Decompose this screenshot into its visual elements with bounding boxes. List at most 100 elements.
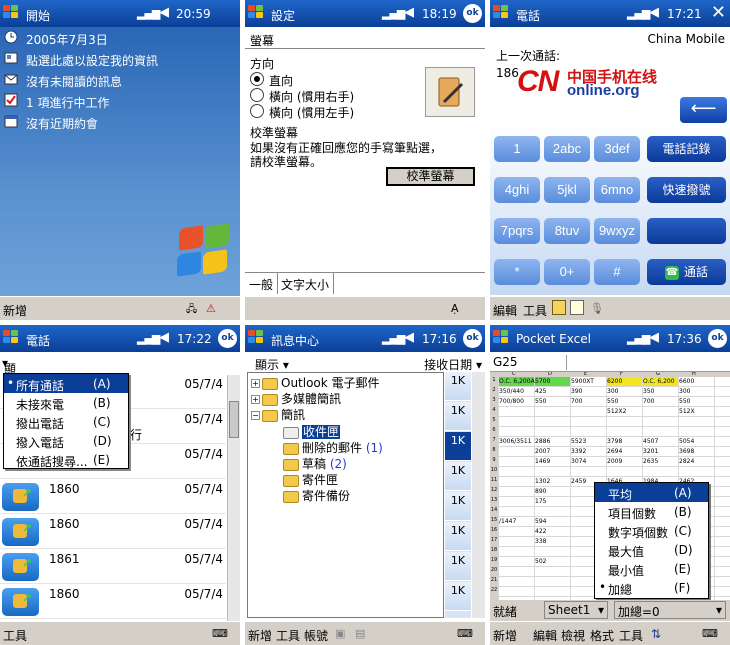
start-button[interactable] — [247, 4, 267, 23]
call-row[interactable]: ↗ 1860 05/7/4 — [0, 479, 226, 514]
sheet-cell[interactable]: 2007 — [535, 447, 570, 456]
row-number[interactable]: 6 — [490, 427, 498, 433]
speed-dial-button[interactable]: 快速撥號 — [647, 177, 726, 203]
portrait-label[interactable]: 直向 — [269, 72, 293, 89]
edit-menu[interactable]: 編輯 — [533, 627, 557, 644]
sheet-cell[interactable]: 594 — [535, 517, 570, 526]
close-icon[interactable]: ✕ — [711, 2, 726, 23]
calibrate-button[interactable]: 校準螢幕 — [386, 167, 475, 186]
menu-average[interactable]: 平均 (A) — [595, 483, 708, 502]
sheet-cell[interactable]: 6200 — [607, 377, 642, 386]
key-0[interactable]: 0+ — [544, 259, 590, 285]
sheet-cell[interactable]: 890 — [535, 487, 570, 496]
folder-inbox[interactable]: 收件匣 — [283, 423, 341, 440]
sheet-cell[interactable]: 300 — [679, 387, 714, 396]
ok-button[interactable]: ok — [463, 4, 482, 23]
input-panel-icon[interactable]: ⌨ — [457, 627, 473, 640]
scrollbar[interactable] — [472, 372, 485, 618]
row-number[interactable]: 5 — [490, 417, 498, 423]
sheet-cell[interactable]: O.C. 6,200 — [643, 377, 678, 386]
row-number[interactable]: 17 — [490, 537, 498, 543]
volume-icon[interactable]: ◀ — [404, 5, 414, 20]
autocalc-selector[interactable]: 加總=0 ▾ — [614, 601, 726, 619]
key-5[interactable]: 5jkl — [544, 177, 590, 203]
sheet-cell[interactable]: 3392 — [571, 447, 606, 456]
key-4[interactable]: 4ghi — [494, 177, 540, 203]
row-number[interactable]: 10 — [490, 467, 498, 473]
message-size[interactable]: 1K — [445, 582, 471, 611]
signal-icon[interactable]: ▂▄▆ — [137, 7, 160, 20]
message-size[interactable]: 1K — [445, 432, 471, 461]
call-row[interactable]: ↗ 1860 05/7/4 — [0, 584, 226, 619]
new-menu[interactable]: 新增 — [493, 627, 517, 644]
menu-missed-calls[interactable]: 未接來電 (B) — [4, 393, 128, 412]
menu-max[interactable]: 最大值 (D) — [595, 540, 708, 559]
sheet-cell[interactable]: 550 — [607, 397, 642, 406]
call-history-button[interactable]: 電話記錄 — [647, 136, 726, 162]
clock[interactable]: 17:16 — [422, 332, 457, 346]
sheet-cell[interactable]: 550 — [535, 397, 570, 406]
talk-button[interactable]: ☎ 通話 — [647, 259, 726, 285]
call-row[interactable]: ↗ 1860 05/7/4 — [0, 514, 226, 549]
tools-menu[interactable]: 工具 — [276, 627, 300, 644]
sheet-cell[interactable]: 350 — [643, 387, 678, 396]
notification-icon[interactable]: ⚠ — [206, 302, 216, 315]
sheet-cell[interactable]: 502 — [535, 557, 570, 566]
message-size[interactable]: 1K — [445, 522, 471, 551]
sheet-cell[interactable]: 2694 — [607, 447, 642, 456]
call-row[interactable]: ↗ 1861 05/7/4 — [0, 549, 226, 584]
signal-icon[interactable]: ▂▄▆ — [382, 7, 405, 20]
sheet-cell[interactable]: 175 — [535, 497, 570, 506]
show-filter[interactable]: 顯示 ▾ — [0, 352, 240, 393]
cell-reference[interactable]: G25 — [493, 355, 567, 370]
message-size[interactable]: 1K — [445, 492, 471, 521]
sheet-cell[interactable]: /1447 — [499, 517, 534, 526]
message-size[interactable]: 1K — [445, 552, 471, 581]
sheet-cell[interactable]: 5700 — [535, 377, 570, 386]
sheet-cell[interactable]: 550 — [679, 397, 714, 406]
row-number[interactable]: 8 — [490, 447, 498, 453]
signal-icon[interactable]: ▂▄▆ — [627, 7, 650, 20]
menu-min[interactable]: 最小值 (E) — [595, 559, 708, 578]
sheet-cell[interactable]: 700 — [643, 397, 678, 406]
view-menu[interactable]: 檢視 — [561, 627, 585, 644]
sheet-cell[interactable]: 1469 — [535, 457, 570, 466]
key-1[interactable]: 1 — [494, 136, 540, 162]
row-number[interactable]: 20 — [490, 567, 498, 573]
folder-drafts[interactable]: 草稿 (2) — [283, 455, 347, 472]
folder-outlook[interactable]: + Outlook 電子郵件 — [251, 374, 380, 391]
input-panel-icon[interactable]: ⌨ — [702, 627, 718, 640]
sort-dropdown[interactable]: 接收日期 ▾ — [424, 356, 482, 373]
message-size[interactable]: 1K — [445, 402, 471, 431]
sheet-cell[interactable]: 3201 — [643, 447, 678, 456]
sheet-cell[interactable]: 2824 — [679, 457, 714, 466]
account-menu[interactable]: 帳號 — [304, 627, 328, 644]
landscape-right-radio[interactable] — [250, 88, 264, 102]
tab-text-size[interactable]: 文字大小 — [277, 273, 335, 294]
volume-icon[interactable]: ◀ — [404, 330, 414, 345]
key-6[interactable]: 6mno — [594, 177, 640, 203]
landscape-left-radio[interactable] — [250, 104, 264, 118]
volume-icon[interactable]: ◀ — [649, 5, 659, 20]
collapse-icon[interactable]: − — [251, 411, 260, 420]
landscape-left-label[interactable]: 橫向 (慣用左手) — [269, 104, 354, 121]
sheet-cell[interactable]: 2009 — [607, 457, 642, 466]
sheet-cell[interactable]: 300 — [607, 387, 642, 396]
row-number[interactable]: 1 — [490, 377, 498, 383]
ok-button[interactable]: ok — [708, 329, 727, 348]
show-filter[interactable]: 顯示 ▾ — [255, 356, 289, 373]
sheet-cell[interactable]: 700 — [571, 397, 606, 406]
appointments-row[interactable]: 沒有近期約會 — [0, 111, 240, 132]
row-number[interactable]: 22 — [490, 587, 498, 593]
row-number[interactable]: 18 — [490, 547, 498, 553]
sheet-cell[interactable]: 3798 — [607, 437, 642, 446]
format-menu[interactable]: 格式 — [590, 627, 614, 644]
ok-button[interactable]: ok — [218, 329, 237, 348]
ok-button[interactable]: ok — [463, 329, 482, 348]
key-9[interactable]: 9wxyz — [594, 218, 640, 244]
sheet-cell[interactable]: 3074 — [571, 457, 606, 466]
blank-side-button[interactable] — [647, 218, 726, 244]
sheet-cell[interactable]: 2886 — [535, 437, 570, 446]
row-number[interactable]: 12 — [490, 487, 498, 493]
new-menu[interactable]: 新增 — [3, 302, 27, 319]
